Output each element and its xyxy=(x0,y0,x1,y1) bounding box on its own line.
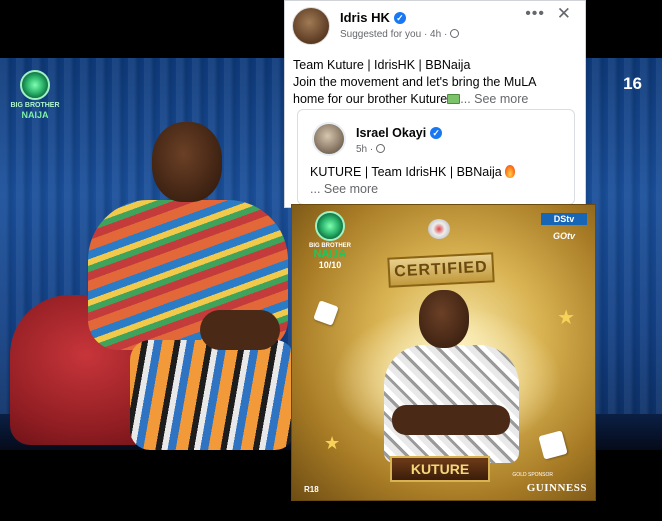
channel-number: 16 xyxy=(623,74,642,93)
shared-text-line: KUTURE | Team IdrisHK | BBNaija xyxy=(310,165,502,179)
shared-author-avatar[interactable] xyxy=(312,122,346,156)
shared-author-name[interactable]: Israel Okayi xyxy=(356,126,426,140)
globe-icon xyxy=(450,29,460,38)
post-meta: Suggested for you · 4h · xyxy=(340,29,460,40)
person-hands xyxy=(200,310,280,350)
camera-icon xyxy=(428,219,450,239)
author-avatar[interactable] xyxy=(292,7,330,45)
post-text: Team Kuture | IdrisHK | BBNaija Join the… xyxy=(293,57,583,108)
eye-logo-icon xyxy=(315,211,345,241)
certified-poster: BIG BROTHER NAIJA 10/10 DStv GOtv CERTIF… xyxy=(291,204,596,501)
sponsor-logo: GUINNESS xyxy=(526,482,587,494)
post-text-line-1: Team Kuture | IdrisHK | BBNaija xyxy=(293,58,471,72)
shared-post[interactable]: Israel Okayi ✓ 5h · KUTURE | Team IdrisHK… xyxy=(297,109,575,205)
poster-logo-line-3: 10/10 xyxy=(318,260,342,270)
eye-logo-icon xyxy=(20,70,50,100)
age-rating: R18 xyxy=(304,485,319,494)
post-text-line-3-row: home for our brother Kuture ... See more xyxy=(293,91,583,108)
author-name[interactable]: Idris HK xyxy=(340,10,390,25)
poster-bbnaija-logo: BIG BROTHER NAIJA 10/10 xyxy=(298,211,362,270)
more-options-icon[interactable]: ••• xyxy=(525,5,545,23)
shared-author-row[interactable]: Israel Okayi ✓ xyxy=(356,126,443,140)
sponsor-label: GOLD SPONSOR xyxy=(512,472,553,478)
see-more-link[interactable]: ... See more xyxy=(460,92,528,106)
shared-post-meta: 5h · xyxy=(356,144,386,155)
verified-icon: ✓ xyxy=(430,127,443,139)
shared-see-more-link[interactable]: ... See more xyxy=(310,181,572,198)
dice-icon xyxy=(313,300,339,326)
verified-icon: ✓ xyxy=(393,12,406,24)
shared-post-text: KUTURE | Team IdrisHK | BBNaija ... See … xyxy=(310,164,572,198)
fire-icon xyxy=(505,165,516,178)
post-text-line-2: Join the movement and let's bring the Mu… xyxy=(293,75,537,89)
money-icon xyxy=(447,94,461,104)
post-text-line-3: home for our brother Kuture xyxy=(293,92,448,106)
screenshot-stage: BIG BROTHER NAIJA 16 Idris HK ✓ Suggested… xyxy=(0,0,662,521)
shared-text-row: KUTURE | Team IdrisHK | BBNaija xyxy=(310,164,572,181)
housemate-name-plate: KUTURE xyxy=(390,456,490,482)
poster-person-arms xyxy=(392,405,510,435)
certified-badge: CERTIFIED xyxy=(387,252,495,288)
broadcaster-logos: DStv GOtv xyxy=(541,213,587,241)
post-meta-text: Suggested for you · 4h · xyxy=(340,29,448,40)
poster-person-head xyxy=(419,290,469,348)
logo-text-top: BIG BROTHER xyxy=(10,102,60,109)
logo-text-bottom: NAIJA xyxy=(21,110,49,120)
globe-icon xyxy=(376,144,386,153)
dice-icon xyxy=(538,430,568,460)
bbnaija-logo: BIG BROTHER NAIJA xyxy=(8,70,62,128)
poster-person-body xyxy=(384,345,519,463)
dstv-logo: DStv xyxy=(541,213,587,225)
star-icon: ★ xyxy=(324,433,341,453)
author-name-row[interactable]: Idris HK ✓ xyxy=(340,10,406,25)
close-icon[interactable]: ✕ xyxy=(557,4,571,24)
person-head xyxy=(152,122,222,202)
star-icon: ★ xyxy=(557,307,575,329)
poster-logo-line-2: NAIJA xyxy=(313,248,347,260)
gotv-logo: GOtv xyxy=(552,231,575,241)
facebook-post: Idris HK ✓ Suggested for you · 4h · ••• ✕… xyxy=(284,0,586,208)
shared-meta-text: 5h · xyxy=(356,144,374,155)
person-legs xyxy=(130,340,295,450)
post-header: Idris HK ✓ Suggested for you · 4h · ••• ✕ xyxy=(285,1,585,51)
